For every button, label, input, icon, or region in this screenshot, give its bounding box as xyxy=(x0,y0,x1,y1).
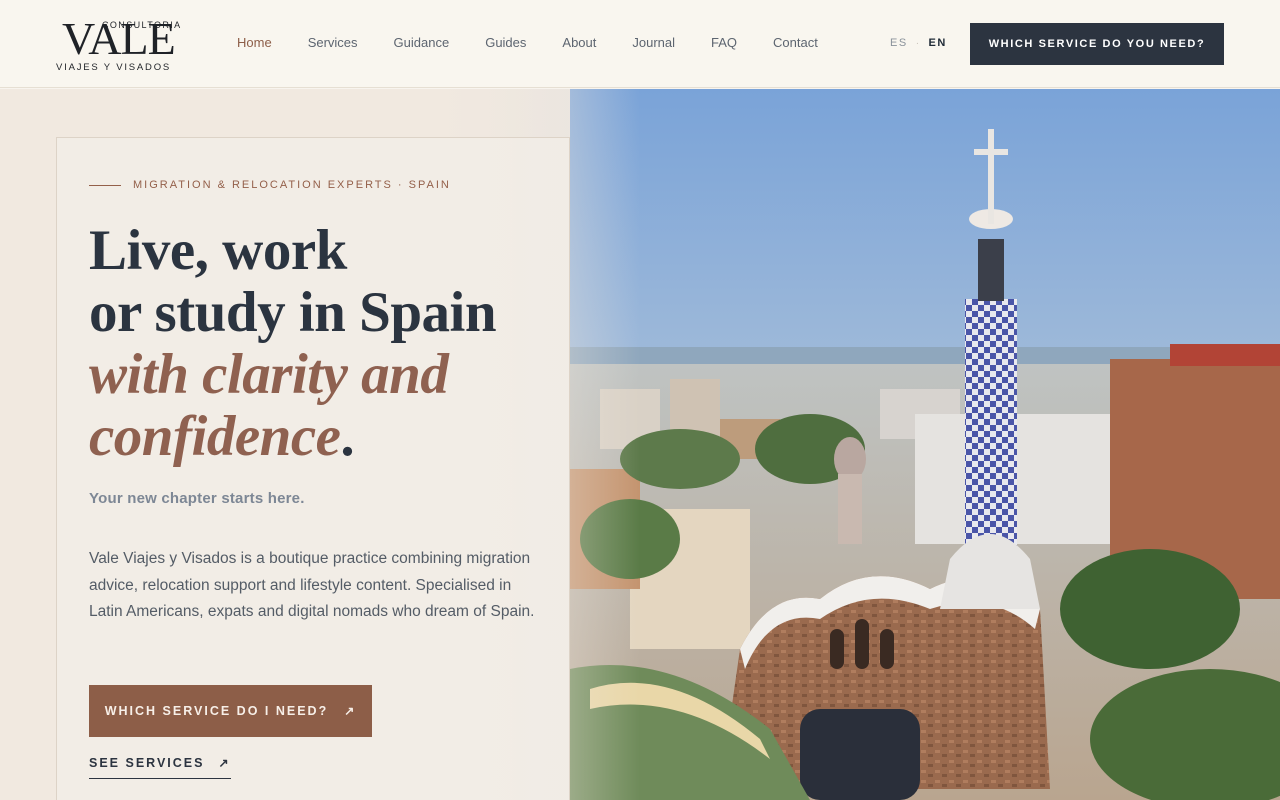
main-nav: Home Services Guidance Guides About Jour… xyxy=(237,35,854,50)
nav-item-journal[interactable]: Journal xyxy=(632,35,675,50)
nav-item-guides[interactable]: Guides xyxy=(485,35,526,50)
logo-tagline-top: CONSULTORIA xyxy=(102,20,182,30)
nav-item-contact[interactable]: Contact xyxy=(773,35,818,50)
which-service-button[interactable]: WHICH SERVICE DO I NEED? ↗ xyxy=(89,685,372,737)
arrow-up-right-icon: ↗ xyxy=(344,704,357,718)
lang-en[interactable]: EN xyxy=(929,37,947,49)
headline-accent-2: confidence xyxy=(89,405,341,468)
headline-period: . xyxy=(340,405,355,468)
headline-line-1: Live, work xyxy=(89,219,347,282)
nav-item-services[interactable]: Services xyxy=(308,35,358,50)
hero-eyebrow: MIGRATION & RELOCATION EXPERTS · SPAIN xyxy=(89,179,451,191)
see-services-label: SEE SERVICES xyxy=(89,756,205,770)
eyebrow-line xyxy=(89,184,121,186)
hero-tagline: Your new chapter starts here. xyxy=(89,490,305,507)
lang-separator: · xyxy=(915,37,921,49)
eyebrow-text: MIGRATION & RELOCATION EXPERTS · SPAIN xyxy=(133,179,451,191)
nav-item-faq[interactable]: FAQ xyxy=(711,35,737,50)
language-switcher: ES · EN xyxy=(890,37,947,49)
site-header: VALE CONSULTORIA VIAJES Y VISADOS Home S… xyxy=(0,0,1280,88)
header-cta-button[interactable]: WHICH SERVICE DO YOU NEED? xyxy=(970,23,1224,65)
hero-headline: Live, work or study in Spain with clarit… xyxy=(89,219,497,468)
nav-item-about[interactable]: About xyxy=(562,35,596,50)
hero-description: Vale Viajes y Visados is a boutique prac… xyxy=(89,550,535,620)
hero-section: MIGRATION & RELOCATION EXPERTS · SPAIN L… xyxy=(0,89,1280,800)
hero-photo xyxy=(570,89,1280,800)
lang-es[interactable]: ES xyxy=(890,37,908,49)
nav-item-home[interactable]: Home xyxy=(237,35,272,50)
which-service-label: WHICH SERVICE DO I NEED? xyxy=(104,704,329,718)
logo-tagline-bottom: VIAJES Y VISADOS xyxy=(56,62,172,73)
hero-card: MIGRATION & RELOCATION EXPERTS · SPAIN L… xyxy=(56,137,570,800)
brand-logo[interactable]: VALE CONSULTORIA VIAJES Y VISADOS xyxy=(56,14,180,74)
headline-line-2: or study in Spain xyxy=(89,281,497,344)
nav-item-guidance[interactable]: Guidance xyxy=(394,35,450,50)
arrow-up-right-icon: ↗ xyxy=(218,756,231,770)
headline-accent-1: with clarity and xyxy=(89,343,449,406)
see-services-link[interactable]: SEE SERVICES ↗ xyxy=(89,756,231,779)
